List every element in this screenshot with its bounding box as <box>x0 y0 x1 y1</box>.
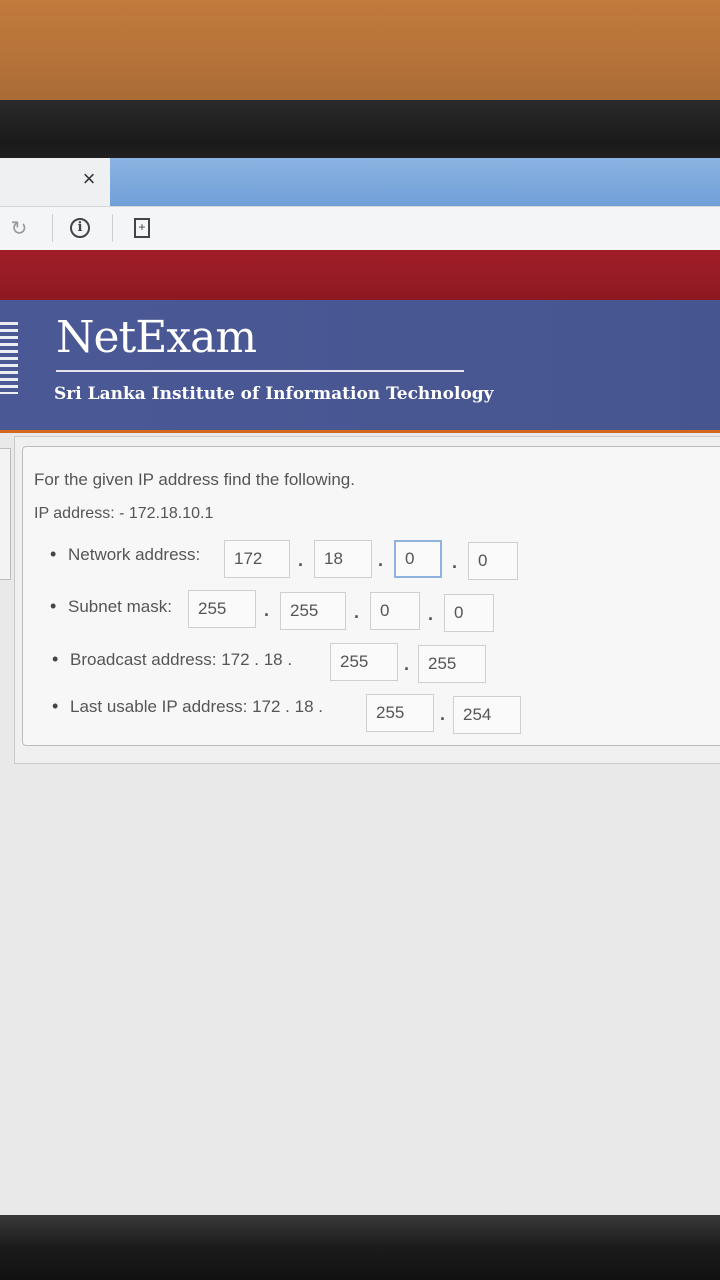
octet-separator: . <box>378 550 384 570</box>
subnet-octet-4-input[interactable]: 0 <box>444 594 494 632</box>
network-octet-2-input[interactable]: 18 <box>314 540 372 578</box>
page-top-bar <box>0 250 720 300</box>
octet-separator: . <box>452 552 458 572</box>
monitor-bezel-top <box>0 100 720 162</box>
page-action-icon[interactable]: + <box>134 218 150 238</box>
octet-separator: . <box>440 704 446 724</box>
subnet-octet-1-input[interactable]: 255 <box>188 590 256 628</box>
last-usable-octet-3-input[interactable]: 255 <box>366 694 434 732</box>
network-octet-4-input[interactable]: 0 <box>468 542 518 580</box>
octet-separator: . <box>298 550 304 570</box>
address-bar <box>0 206 720 251</box>
broadcast-octet-4-input[interactable]: 255 <box>418 645 486 683</box>
sliit-logo-icon <box>0 322 18 394</box>
institute-name: Sri Lanka Institute of Information Techn… <box>54 384 494 404</box>
last-usable-ip-label: Last usable IP address: 172 . 18 . <box>52 696 323 717</box>
network-octet-3-input[interactable]: 0 <box>394 540 442 578</box>
brand-divider <box>56 370 464 372</box>
subnet-mask-label: Subnet mask: <box>50 596 172 617</box>
octet-separator: . <box>428 604 434 624</box>
question-prompt: For the given IP address find the follow… <box>34 470 355 489</box>
subnet-octet-3-input[interactable]: 0 <box>370 592 420 630</box>
brand-title: NetExam <box>56 312 257 363</box>
toolbar-separator <box>112 214 113 242</box>
subnet-octet-2-input[interactable]: 255 <box>280 592 346 630</box>
reload-icon[interactable]: ↻ <box>8 218 30 240</box>
broadcast-octet-3-input[interactable]: 255 <box>330 643 398 681</box>
background-wall <box>0 0 720 105</box>
octet-separator: . <box>404 654 410 674</box>
monitor-bezel-bottom <box>0 1215 720 1280</box>
network-octet-1-input[interactable]: 172 <box>224 540 290 578</box>
ip-address-line: IP address: - 172.18.10.1 <box>34 505 214 522</box>
broadcast-address-label: Broadcast address: 172 . 18 . <box>52 649 292 670</box>
close-tab-icon[interactable]: × <box>78 168 100 190</box>
toolbar-separator <box>52 214 53 242</box>
browser-tab-active[interactable] <box>110 158 720 206</box>
side-panel-edge <box>0 448 11 580</box>
last-usable-octet-4-input[interactable]: 254 <box>453 696 521 734</box>
info-icon[interactable]: i <box>70 218 90 238</box>
octet-separator: . <box>354 602 360 622</box>
octet-separator: . <box>264 600 270 620</box>
network-address-label: Network address: <box>50 544 200 565</box>
